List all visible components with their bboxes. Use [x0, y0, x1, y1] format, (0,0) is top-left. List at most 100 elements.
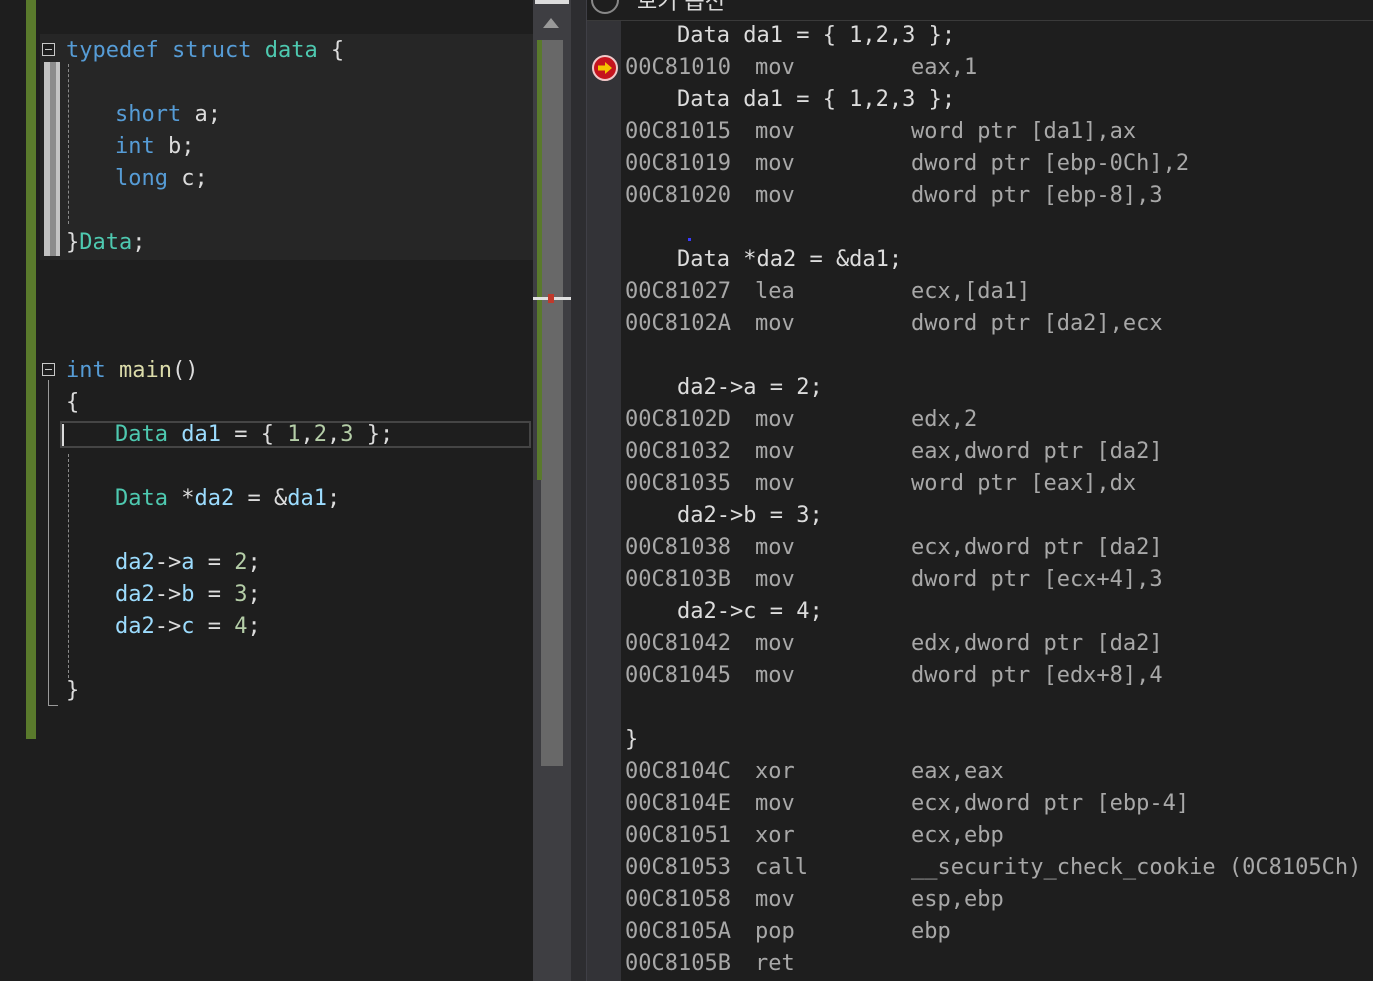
- instruction-address[interactable]: 00C81027: [625, 276, 731, 308]
- instruction-mnemonic: mov: [755, 55, 795, 80]
- code-token: =: [194, 582, 235, 607]
- code-token: main: [119, 358, 172, 383]
- code-token: 3: [234, 582, 248, 607]
- code-line-da2[interactable]: Data *da2 = &da1;: [115, 483, 340, 515]
- instruction-mnemonic: mov: [755, 311, 795, 336]
- code-token: 3: [340, 422, 354, 447]
- code-token: int: [66, 358, 106, 383]
- code-line-open-brace[interactable]: {: [66, 387, 79, 419]
- instruction-operands: eax,dword ptr [da2]: [911, 439, 1163, 464]
- instruction-mnemonic: pop: [755, 919, 795, 944]
- source-annotation-line: }: [625, 727, 639, 752]
- code-token: c;: [167, 166, 208, 191]
- code-token: ->: [154, 550, 182, 575]
- instruction-address[interactable]: 00C81019: [625, 148, 731, 180]
- code-token: = {: [220, 422, 288, 447]
- code-line-da1[interactable]: Data da1 = { 1,2,3 };: [115, 419, 393, 451]
- code-token: ,: [300, 422, 314, 447]
- disassembly-indicator-margin[interactable]: [587, 20, 621, 981]
- instruction-mnemonic: lea: [755, 279, 795, 304]
- instruction-mnemonic: mov: [755, 471, 795, 496]
- instruction-operands: __security_check_cookie (0C8105Ch): [911, 855, 1362, 880]
- code-line-assign-b[interactable]: da2->b = 3;: [115, 579, 261, 611]
- source-annotation-line: da2->c = 4;: [677, 599, 823, 624]
- instruction-address[interactable]: 00C81032: [625, 436, 731, 468]
- instruction-address[interactable]: 00C81015: [625, 116, 731, 148]
- instruction-address[interactable]: 00C8104E: [625, 788, 731, 820]
- collapse-minus-icon[interactable]: [42, 363, 55, 376]
- code-token: };: [353, 422, 394, 447]
- instruction-address[interactable]: 00C8102A: [625, 308, 731, 340]
- code-line-short[interactable]: short a;: [115, 99, 221, 131]
- instruction-mnemonic: call: [755, 855, 808, 880]
- instruction-mnemonic: mov: [755, 631, 795, 656]
- bookmark-dot: [688, 238, 691, 241]
- instruction-mnemonic: mov: [755, 151, 795, 176]
- scope-line: [48, 380, 49, 706]
- code-token: short: [115, 102, 182, 127]
- instruction-address[interactable]: 00C8103B: [625, 564, 731, 596]
- code-line-main[interactable]: int main(): [66, 355, 198, 387]
- code-token: 2: [313, 422, 327, 447]
- code-token: (): [171, 358, 199, 383]
- scrollbar-top-edge: [535, 0, 569, 4]
- code-token: ;: [132, 230, 146, 255]
- change-tracking-bar: [26, 0, 36, 739]
- code-token: 2: [234, 550, 248, 575]
- instruction-address[interactable]: 00C8105A: [625, 916, 731, 948]
- instruction-address[interactable]: 00C8104C: [625, 756, 731, 788]
- code-token: da2: [194, 486, 235, 511]
- instruction-address[interactable]: 00C8105B: [625, 948, 731, 980]
- code-line-close-struct[interactable]: }Data;: [66, 227, 145, 259]
- code-line-typedef[interactable]: typedef struct data {: [66, 35, 344, 67]
- scrollbar-change-marker: [537, 40, 542, 480]
- instruction-mnemonic: mov: [755, 567, 795, 592]
- instruction-address[interactable]: 00C81042: [625, 628, 731, 660]
- instruction-address[interactable]: 00C81058: [625, 884, 731, 916]
- scrollbar-thumb[interactable]: [541, 40, 563, 766]
- code-token: ;: [247, 614, 261, 639]
- instruction-mnemonic: mov: [755, 535, 795, 560]
- scroll-up-arrow-icon[interactable]: [543, 18, 559, 28]
- code-token: a: [181, 550, 195, 575]
- code-line-int-b[interactable]: int b;: [115, 131, 195, 163]
- scope-line-end: [48, 705, 58, 706]
- instruction-operands: word ptr [da1],ax: [911, 119, 1137, 144]
- code-line-assign-a[interactable]: da2->a = 2;: [115, 547, 261, 579]
- source-annotation-line: Data da1 = { 1,2,3 };: [677, 23, 956, 48]
- instruction-operands: ecx,[da1]: [911, 279, 1031, 304]
- instruction-operands: eax,eax: [911, 759, 1004, 784]
- indent-guide: [68, 64, 69, 224]
- source-editor[interactable]: typedef struct data {short a; int b; long …: [0, 0, 533, 981]
- instruction-operands: dword ptr [da2],ecx: [911, 311, 1163, 336]
- code-line-close-main[interactable]: }: [66, 675, 79, 707]
- instruction-mnemonic: mov: [755, 183, 795, 208]
- view-options-label[interactable]: 보기 옵션: [637, 0, 725, 16]
- instruction-address[interactable]: 00C81020: [625, 180, 731, 212]
- instruction-operands: dword ptr [edx+8],4: [911, 663, 1163, 688]
- instruction-address[interactable]: 00C81045: [625, 660, 731, 692]
- code-line-assign-c[interactable]: da2->c = 4;: [115, 611, 261, 643]
- instruction-mnemonic: mov: [755, 887, 795, 912]
- code-token: Data: [79, 230, 133, 255]
- instruction-mnemonic: mov: [755, 439, 795, 464]
- code-line-long[interactable]: long c;: [115, 163, 208, 195]
- expand-options-icon[interactable]: [591, 0, 619, 14]
- code-token: da2: [115, 550, 155, 575]
- source-annotation-line: Data da1 = { 1,2,3 };: [677, 87, 956, 112]
- instruction-address[interactable]: 00C8102D: [625, 404, 731, 436]
- code-token: long: [115, 166, 168, 191]
- instruction-address[interactable]: 00C81035: [625, 468, 731, 500]
- instruction-address[interactable]: 00C81053: [625, 852, 731, 884]
- instruction-address[interactable]: 00C81051: [625, 820, 731, 852]
- pane-splitter[interactable]: [571, 0, 587, 981]
- code-token: da2: [115, 614, 155, 639]
- code-token: 4: [234, 614, 248, 639]
- scrollbar-breakpoint-marker: [548, 294, 554, 303]
- instruction-mnemonic: ret: [755, 951, 795, 976]
- instruction-mnemonic: xor: [755, 759, 795, 784]
- instruction-address[interactable]: 00C81038: [625, 532, 731, 564]
- instruction-address[interactable]: 00C81010: [625, 52, 731, 84]
- collapse-minus-icon[interactable]: [42, 43, 55, 56]
